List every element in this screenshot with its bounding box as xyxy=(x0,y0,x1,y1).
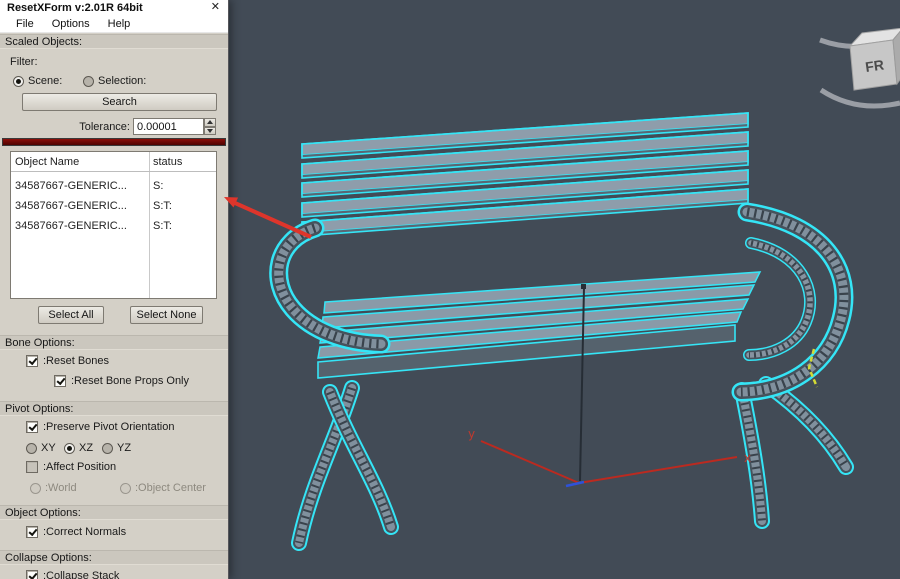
preserve-pivot-box xyxy=(26,421,38,433)
affect-position-label: :Affect Position xyxy=(43,461,117,473)
reset-bones-box xyxy=(26,355,38,367)
reset-bone-props-box xyxy=(54,375,66,387)
row-status: S: xyxy=(153,180,164,192)
radio-xz[interactable]: XZ xyxy=(64,442,93,454)
window-title: ResetXForm v:2.01R 64bit xyxy=(7,1,143,14)
radio-xz-dot xyxy=(64,442,75,454)
correct-normals-box xyxy=(26,526,38,538)
bench-armrest-left xyxy=(279,228,381,344)
window-titlebar[interactable]: ResetXForm v:2.01R 64bit ✕ xyxy=(0,0,228,15)
collapse-options-header: Collapse Options: xyxy=(0,550,228,565)
radio-xy-dot xyxy=(26,442,37,454)
radio-yz-dot xyxy=(102,442,113,454)
close-icon[interactable]: ✕ xyxy=(211,2,220,13)
application-window: x y FR ResetXForm v:2.01R 64bit ✕ File O… xyxy=(0,0,900,579)
tolerance-spinner xyxy=(204,118,216,135)
row-status: S:T: xyxy=(153,220,172,232)
tolerance-label: Tolerance: xyxy=(79,121,130,133)
radio-world-dot xyxy=(30,482,41,494)
select-all-button[interactable]: Select All xyxy=(38,306,104,324)
bench-armrest-right xyxy=(741,212,844,392)
column-status[interactable]: status xyxy=(153,152,182,172)
bench-legs xyxy=(299,384,846,543)
menu-help[interactable]: Help xyxy=(108,18,131,30)
preserve-pivot-label: :Preserve Pivot Orientation xyxy=(43,421,175,433)
spinner-up-icon[interactable] xyxy=(204,118,216,127)
search-button[interactable]: Search xyxy=(22,93,217,111)
object-options-header: Object Options: xyxy=(0,505,228,520)
radio-selection[interactable]: Selection: xyxy=(83,75,146,87)
radio-scene-dot xyxy=(13,75,24,87)
menu-bar: File Options Help xyxy=(0,15,228,33)
bench-model[interactable] xyxy=(279,112,846,543)
viewcube[interactable]: FR xyxy=(819,27,900,109)
axis-x-label: x xyxy=(744,451,751,465)
radio-world: :World xyxy=(30,482,77,494)
menu-file[interactable]: File xyxy=(16,18,34,30)
row-object-name: 34587667-GENERIC... xyxy=(15,180,127,192)
row-object-name: 34587667-GENERIC... xyxy=(15,220,127,232)
table-row[interactable]: 34587667-GENERIC... S:T: xyxy=(11,216,216,236)
pivot-options-header: Pivot Options: xyxy=(0,401,228,416)
table-row[interactable]: 34587667-GENERIC... S:T: xyxy=(11,196,216,216)
table-row[interactable]: 34587667-GENERIC... S: xyxy=(11,176,216,196)
axis-y-label: y xyxy=(468,427,475,441)
viewcube-face-label: FR xyxy=(864,57,885,75)
progress-bar xyxy=(2,138,226,146)
radio-world-label: :World xyxy=(45,482,77,494)
radio-selection-dot xyxy=(83,75,94,87)
radio-scene[interactable]: Scene: xyxy=(13,75,62,87)
tolerance-input[interactable] xyxy=(133,118,204,135)
radio-xz-label: XZ xyxy=(79,442,94,454)
collapse-stack-box xyxy=(26,570,38,579)
bench-back xyxy=(301,112,749,237)
radio-selection-label: Selection: xyxy=(98,75,147,87)
radio-xy-label: XY xyxy=(41,442,56,454)
reset-bone-props-label: :Reset Bone Props Only xyxy=(71,375,190,387)
correct-normals-label: :Correct Normals xyxy=(43,526,127,538)
object-list-header[interactable]: Object Name status xyxy=(11,152,216,172)
checkbox-collapse-stack[interactable]: :Collapse Stack xyxy=(26,570,119,579)
select-none-button[interactable]: Select None xyxy=(130,306,203,324)
checkbox-reset-bone-props[interactable]: :Reset Bone Props Only xyxy=(54,375,189,387)
filter-label: Filter: xyxy=(10,56,38,68)
row-object-name: 34587667-GENERIC... xyxy=(15,200,127,212)
spinner-down-icon[interactable] xyxy=(204,126,216,135)
reset-bones-label: :Reset Bones xyxy=(43,355,110,367)
bone-options-header: Bone Options: xyxy=(0,335,228,350)
row-status: S:T: xyxy=(153,200,172,212)
scaled-objects-header: Scaled Objects: xyxy=(0,34,228,49)
object-list: Object Name status 34587667-GENERIC... S… xyxy=(10,151,217,299)
radio-object-center: :Object Center xyxy=(120,482,206,494)
collapse-stack-label: :Collapse Stack xyxy=(43,570,120,579)
checkbox-preserve-pivot[interactable]: :Preserve Pivot Orientation xyxy=(26,421,174,433)
radio-scene-label: Scene: xyxy=(28,75,63,87)
radio-object-center-label: :Object Center xyxy=(135,482,206,494)
affect-position-box xyxy=(26,461,38,473)
dialog-body: Scaled Objects: Filter: Scene: Selection… xyxy=(0,33,228,579)
radio-yz-label: YZ xyxy=(117,442,132,454)
radio-object-center-dot xyxy=(120,482,131,494)
radio-xy[interactable]: XY xyxy=(26,442,56,454)
resetxform-dialog: ResetXForm v:2.01R 64bit ✕ File Options … xyxy=(0,0,229,579)
menu-options[interactable]: Options xyxy=(52,18,90,30)
checkbox-reset-bones[interactable]: :Reset Bones xyxy=(26,355,109,367)
checkbox-correct-normals[interactable]: :Correct Normals xyxy=(26,526,126,538)
bench-seat xyxy=(317,271,762,379)
radio-yz[interactable]: YZ xyxy=(102,442,131,454)
checkbox-affect-position[interactable]: :Affect Position xyxy=(26,461,116,473)
column-object-name[interactable]: Object Name xyxy=(15,152,79,172)
